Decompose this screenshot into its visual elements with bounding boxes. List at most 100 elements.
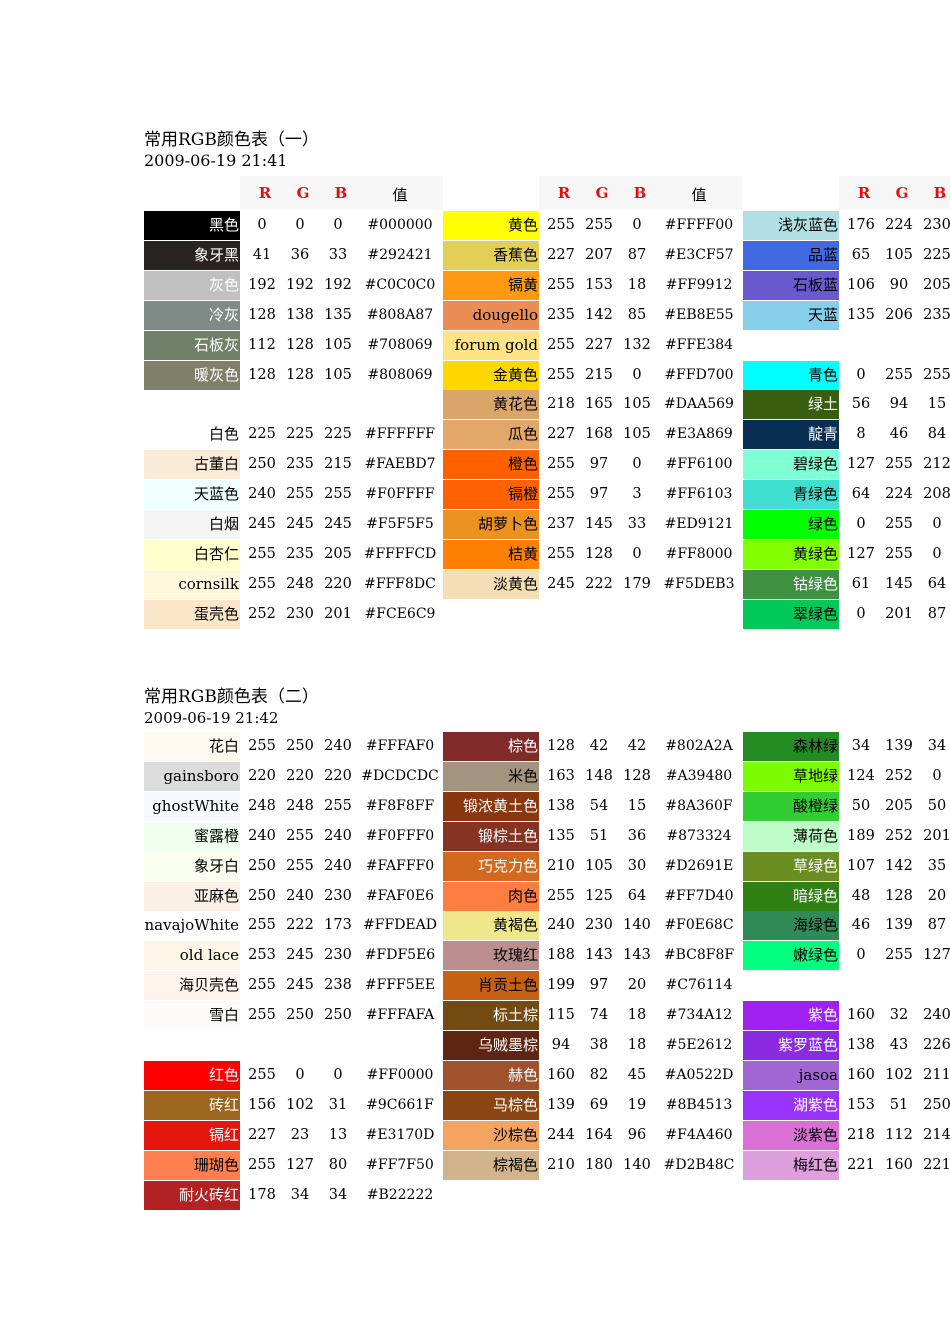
rgb-r-value: 240 bbox=[248, 827, 276, 844]
rgb-b-value: 215 bbox=[324, 456, 352, 473]
hex-value: #802A2A bbox=[665, 738, 733, 754]
rgb-b-value: 201 bbox=[324, 605, 352, 622]
rgb-r-value: 250 bbox=[248, 887, 276, 904]
color-swatch: 暗绿色 bbox=[743, 881, 839, 911]
rgb-g-value: 255 bbox=[885, 947, 913, 964]
rgb-b-value: 255 bbox=[923, 366, 950, 383]
rgb-g-value: 222 bbox=[585, 575, 613, 592]
rgb-g-value: 97 bbox=[589, 977, 609, 994]
hex-value: #292421 bbox=[367, 246, 433, 263]
rgb-g-value: 139 bbox=[885, 917, 913, 934]
color-swatch: 赫色 bbox=[443, 1060, 539, 1090]
color-swatch: 草绿色 bbox=[743, 851, 839, 881]
hex-value: #FFDEAD bbox=[363, 917, 437, 934]
rgb-r-value: 127 bbox=[847, 456, 875, 473]
rgb-b-value: 192 bbox=[324, 276, 352, 293]
color-swatch: 巧克力色 bbox=[443, 851, 539, 881]
hex-value: #8A360F bbox=[665, 797, 733, 814]
color-swatch: 镉橙 bbox=[443, 480, 539, 510]
header-value: 值 bbox=[691, 186, 707, 204]
rgb-b-value: 84 bbox=[927, 426, 947, 443]
rgb-b-value: 33 bbox=[328, 246, 348, 263]
rgb-g-value: 51 bbox=[589, 827, 609, 844]
rgb-b-value: 105 bbox=[623, 396, 651, 413]
color-swatch: 红色 bbox=[144, 1060, 240, 1090]
rgb-b-value: 245 bbox=[324, 516, 352, 532]
rgb-b-value: 230 bbox=[324, 947, 352, 964]
color-swatch: 白烟 bbox=[144, 510, 240, 539]
rgb-r-value: 244 bbox=[547, 1126, 575, 1143]
color-swatch: 米色 bbox=[443, 761, 539, 791]
color-swatch: 黄褐色 bbox=[443, 911, 539, 941]
color-swatch: 胡萝卜色 bbox=[443, 510, 539, 539]
rgb-b-value: 140 bbox=[623, 1156, 651, 1173]
rgb-g-value: 38 bbox=[589, 1037, 609, 1053]
hex-value: #C0C0C0 bbox=[364, 276, 436, 293]
hex-value: #FFFAFA bbox=[365, 1007, 435, 1024]
color-swatch: 淡黄色 bbox=[443, 569, 539, 599]
column-header: RGB值 bbox=[240, 176, 443, 210]
column-header: RGB值 bbox=[539, 176, 742, 210]
rgb-r-value: 0 bbox=[856, 366, 866, 383]
color-swatch: 湖紫色 bbox=[743, 1090, 839, 1120]
color-swatch: 金黄色 bbox=[443, 360, 539, 390]
rgb-r-value: 176 bbox=[847, 217, 875, 233]
rgb-r-value: 41 bbox=[252, 246, 272, 263]
hex-value: #000000 bbox=[367, 217, 433, 233]
rgb-g-value: 142 bbox=[585, 306, 613, 323]
rgb-b-value: 179 bbox=[623, 575, 651, 592]
rgb-r-value: 135 bbox=[547, 827, 575, 844]
rgb-r-value: 139 bbox=[547, 1096, 575, 1113]
rgb-g-value: 138 bbox=[286, 306, 314, 323]
rgb-b-value: 255 bbox=[324, 486, 352, 503]
rgb-r-value: 255 bbox=[547, 217, 575, 233]
rgb-b-value: 15 bbox=[927, 396, 947, 413]
hex-value: #FDF5E6 bbox=[364, 947, 436, 964]
rgb-r-value: 160 bbox=[547, 1066, 575, 1083]
rgb-g-value: 97 bbox=[589, 486, 609, 503]
hex-value: #FFFFCD bbox=[363, 545, 437, 562]
rgb-g-value: 74 bbox=[589, 1007, 609, 1024]
hex-value: #FAFFF0 bbox=[365, 857, 435, 874]
rgb-b-value: 19 bbox=[627, 1096, 647, 1113]
color-swatch: 钴绿色 bbox=[743, 569, 839, 599]
rgb-g-value: 127 bbox=[286, 1156, 314, 1173]
rgb-g-value: 128 bbox=[286, 366, 314, 383]
rgb-g-value: 240 bbox=[286, 887, 314, 904]
rgb-r-value: 34 bbox=[851, 738, 871, 754]
rgb-r-value: 128 bbox=[248, 306, 276, 323]
rgb-b-value: 240 bbox=[324, 738, 352, 754]
hex-value: #D2B48C bbox=[663, 1156, 735, 1173]
rgb-r-value: 255 bbox=[248, 545, 276, 562]
rgb-b-value: 0 bbox=[932, 767, 942, 784]
hex-value: #A39480 bbox=[665, 767, 733, 784]
rgb-r-value: 221 bbox=[847, 1156, 875, 1173]
rgb-b-value: 18 bbox=[627, 1007, 647, 1024]
rgb-g-value: 250 bbox=[286, 738, 314, 754]
hex-value: #FFE384 bbox=[664, 336, 734, 353]
rgb-r-value: 65 bbox=[851, 246, 871, 263]
color-swatch: 雪白 bbox=[144, 1001, 240, 1031]
color-swatch: 亚麻色 bbox=[144, 881, 240, 911]
rgb-r-value: 160 bbox=[847, 1007, 875, 1024]
hex-value: #FFFF00 bbox=[664, 217, 734, 233]
color-swatch: 紫色 bbox=[743, 1001, 839, 1031]
rgb-r-value: 156 bbox=[248, 1096, 276, 1113]
rgb-r-value: 138 bbox=[847, 1037, 875, 1053]
color-swatch: 绿色 bbox=[743, 510, 839, 539]
color-swatch: 砖红 bbox=[144, 1090, 240, 1120]
rgb-g-value: 46 bbox=[889, 426, 909, 443]
rgb-b-value: 18 bbox=[627, 1037, 647, 1053]
rgb-b-value: 208 bbox=[923, 486, 950, 503]
rgb-g-value: 94 bbox=[889, 396, 909, 413]
rgb-r-value: 245 bbox=[547, 575, 575, 592]
rgb-g-value: 168 bbox=[585, 426, 613, 443]
rgb-g-value: 105 bbox=[885, 246, 913, 263]
header-r: R bbox=[258, 184, 272, 202]
hex-value: #734A12 bbox=[665, 1007, 733, 1024]
hex-value: #DCDCDC bbox=[361, 767, 439, 784]
header-b: B bbox=[633, 184, 647, 202]
rgb-b-value: 127 bbox=[923, 947, 950, 964]
rgb-b-value: 105 bbox=[623, 426, 651, 443]
rgb-b-value: 143 bbox=[623, 947, 651, 964]
